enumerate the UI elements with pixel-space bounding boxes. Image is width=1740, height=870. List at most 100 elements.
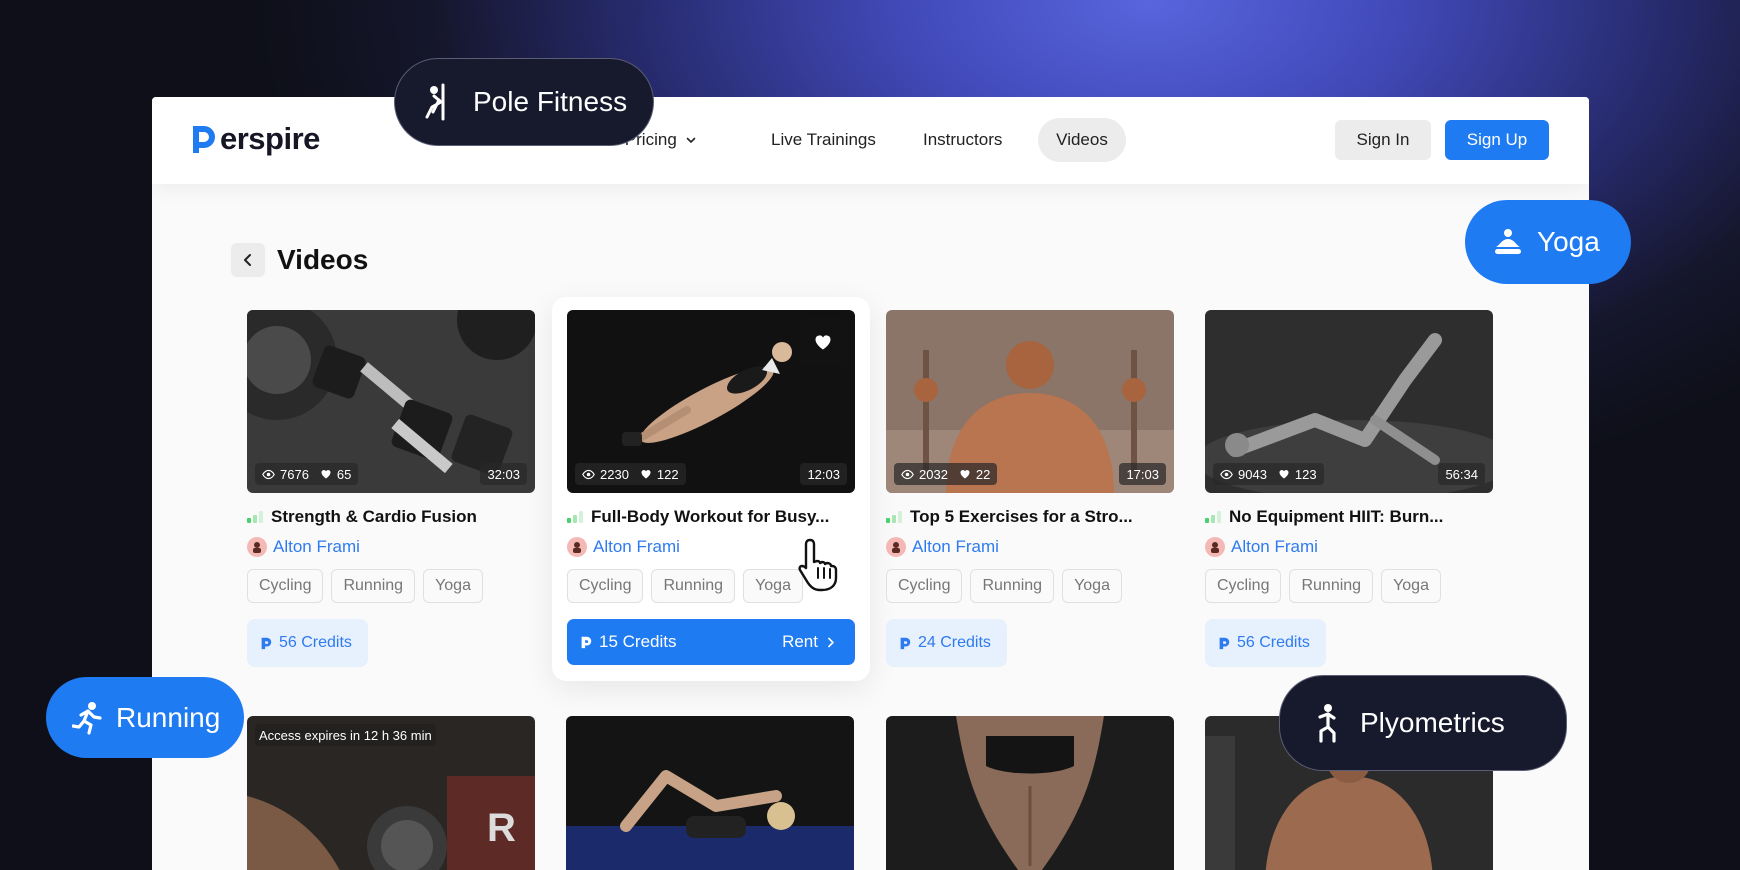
difficulty-level-icon (247, 511, 263, 523)
credits-label: 15 Credits (599, 632, 677, 651)
video-thumbnail[interactable]: 2032 22 17:03 (886, 310, 1174, 493)
view-count: 2230 (600, 466, 629, 482)
rent-button[interactable]: 15 Credits Rent (567, 619, 855, 665)
like-count: 122 (656, 466, 679, 482)
credits-badge[interactable]: 56 Credits (1205, 619, 1326, 667)
avatar (1205, 537, 1225, 557)
video-title: No Equipment HIIT: Burn... (1229, 507, 1444, 526)
video-thumbnail[interactable]: 7676 65 32:03 (247, 310, 535, 493)
difficulty-level-icon (567, 511, 583, 523)
eye-icon (1220, 468, 1233, 481)
video-duration: 56:34 (1438, 463, 1485, 485)
tag[interactable]: Running (331, 569, 416, 603)
video-stats: 2032 22 (894, 463, 998, 485)
page-title: Videos (277, 244, 369, 275)
video-duration: 17:03 (1119, 463, 1166, 485)
author-name: Alton Frami (593, 537, 680, 556)
back-button[interactable] (231, 243, 265, 277)
video-card[interactable]: 7676 65 32:03 Strength & Cardio Fusion A… (247, 310, 535, 667)
tag[interactable]: Cycling (567, 569, 644, 603)
heart-icon (813, 332, 833, 352)
video-thumbnail[interactable] (886, 716, 1174, 870)
view-count: 7676 (280, 466, 309, 482)
credit-coin-icon (898, 636, 912, 650)
video-thumbnail[interactable]: R Access expires in 12 h 36 min (247, 716, 535, 870)
chevron-right-icon (824, 636, 837, 649)
video-thumbnail[interactable]: 9043 123 56:34 (1205, 310, 1493, 493)
credits-badge[interactable]: 56 Credits (247, 619, 368, 667)
tag-list: Cycling Running Yoga (1205, 569, 1493, 603)
svg-text:R: R (487, 806, 516, 850)
chip-yoga[interactable]: Yoga (1465, 200, 1631, 284)
like-count: 22 (975, 466, 991, 482)
video-card-hovered[interactable]: 2230 122 12:03 Full-Body Workout for Bus… (552, 297, 870, 681)
chip-pole-fitness[interactable]: Pole Fitness (394, 58, 654, 146)
tag[interactable]: Yoga (423, 569, 483, 603)
chip-plyometrics[interactable]: Plyometrics (1279, 675, 1567, 771)
avatar (567, 537, 587, 557)
tag[interactable]: Yoga (743, 569, 803, 603)
video-card[interactable]: 9043 123 56:34 No Equipment HIIT: Burn..… (1205, 310, 1493, 667)
like-count: 65 (336, 466, 352, 482)
chip-label: Pole Fitness (473, 86, 628, 117)
brand-logo-icon (193, 126, 215, 153)
author-link[interactable]: Alton Frami (886, 537, 1174, 557)
tag[interactable]: Yoga (1381, 569, 1441, 603)
credit-coin-icon (259, 636, 273, 650)
video-title: Full-Body Workout for Busy... (591, 507, 830, 526)
video-title: Strength & Cardio Fusion (271, 507, 477, 526)
eye-icon (262, 468, 275, 481)
tag[interactable]: Running (1289, 569, 1374, 603)
video-title-row[interactable]: No Equipment HIIT: Burn... (1205, 507, 1493, 527)
like-count: 123 (1294, 466, 1317, 482)
chevron-down-icon (686, 137, 696, 144)
heart-icon (640, 468, 652, 480)
video-title-row[interactable]: Strength & Cardio Fusion (247, 507, 535, 527)
chip-label: Yoga (1537, 226, 1600, 257)
difficulty-level-icon (1205, 511, 1221, 523)
access-expiry-badge: Access expires in 12 h 36 min (255, 724, 436, 746)
top-navbar: erspire Plan & Pricing Live Trainings In… (152, 97, 1589, 184)
video-card[interactable]: 2032 22 17:03 Top 5 Exercises for a Stro… (886, 310, 1174, 667)
credits-badge[interactable]: 24 Credits (886, 619, 1007, 667)
video-thumbnail[interactable] (566, 716, 854, 870)
tag[interactable]: Yoga (1062, 569, 1122, 603)
video-stats: 7676 65 (255, 463, 359, 485)
author-link[interactable]: Alton Frami (1205, 537, 1493, 557)
video-thumbnail[interactable]: 2230 122 12:03 (567, 310, 855, 493)
tag[interactable]: Cycling (886, 569, 963, 603)
video-stats: 2230 122 (575, 463, 686, 485)
view-count: 2032 (919, 466, 948, 482)
avatar (247, 537, 267, 557)
abs-woman-image (886, 716, 1174, 870)
nav-videos-active[interactable]: Videos (1038, 118, 1126, 162)
chip-running[interactable]: Running (46, 677, 244, 758)
view-count: 9043 (1238, 466, 1267, 482)
video-duration: 12:03 (800, 463, 847, 485)
avatar (886, 537, 906, 557)
plyometrics-icon (1318, 704, 1336, 743)
crunches-woman-image (566, 716, 854, 870)
page-header: Videos (231, 243, 368, 277)
tag[interactable]: Cycling (1205, 569, 1282, 603)
tag-list: Cycling Running Yoga (886, 569, 1174, 603)
credits-label: 56 Credits (279, 634, 352, 651)
sign-in-button[interactable]: Sign In (1335, 120, 1431, 160)
brand-logo[interactable]: erspire (190, 119, 320, 159)
tag[interactable]: Running (651, 569, 736, 603)
rent-label: Rent (782, 632, 818, 651)
chevron-left-icon (244, 254, 251, 266)
tag-list: Cycling Running Yoga (247, 569, 535, 603)
tag[interactable]: Running (970, 569, 1055, 603)
tag[interactable]: Cycling (247, 569, 324, 603)
hand-pointer-cursor-icon (798, 538, 838, 592)
nav-instructors[interactable]: Instructors (923, 130, 1002, 150)
eye-icon (582, 468, 595, 481)
credits-label: 24 Credits (918, 634, 991, 651)
video-title-row[interactable]: Full-Body Workout for Busy... (567, 507, 855, 527)
author-link[interactable]: Alton Frami (247, 537, 535, 557)
sign-up-button[interactable]: Sign Up (1445, 120, 1549, 160)
video-title-row[interactable]: Top 5 Exercises for a Stro... (886, 507, 1174, 527)
favorite-button[interactable] (799, 318, 847, 366)
nav-live-trainings[interactable]: Live Trainings (771, 130, 876, 150)
